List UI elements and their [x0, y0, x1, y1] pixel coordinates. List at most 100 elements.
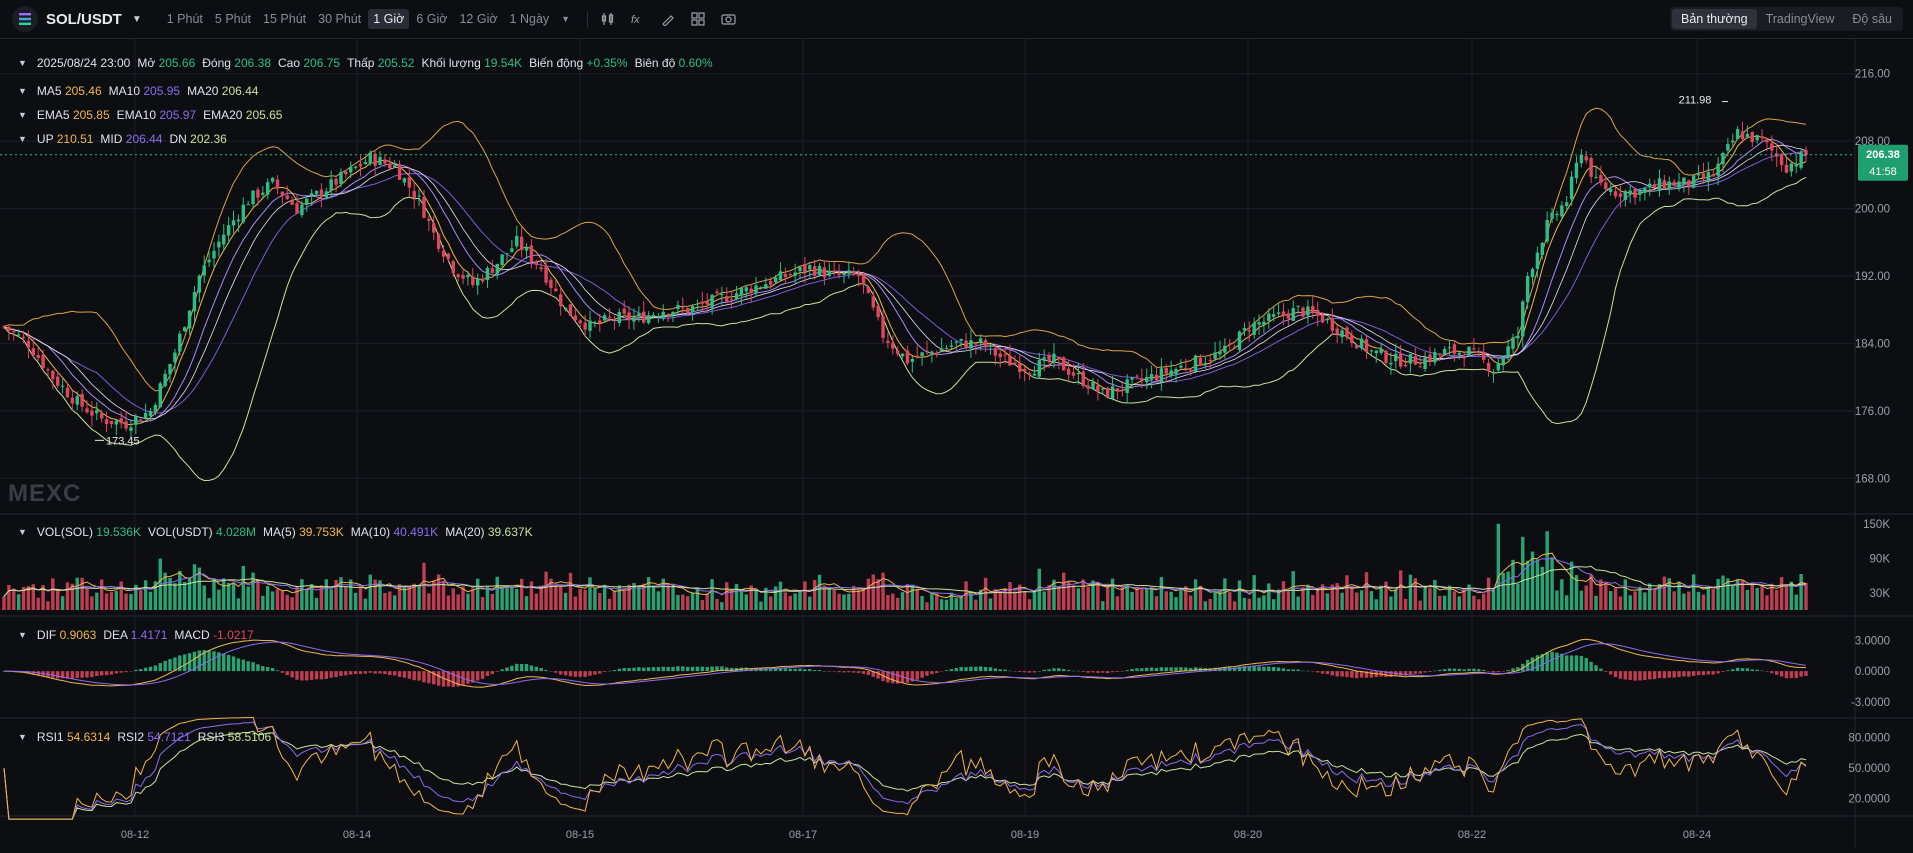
- volume-bar: [666, 584, 670, 610]
- macd-histogram-bar: [588, 671, 592, 676]
- macd-histogram-bar: [1731, 669, 1735, 672]
- candle-body: [1657, 178, 1662, 191]
- candle-body: [1545, 219, 1549, 242]
- candle-body: [290, 200, 294, 205]
- vol-ma10-line: [3, 557, 1807, 597]
- date-tick-label: 08-12: [121, 829, 149, 841]
- volume-bar: [1345, 575, 1349, 610]
- candle-body: [1784, 164, 1789, 173]
- interval-5m[interactable]: 5 Phút: [210, 9, 256, 29]
- interval-12h[interactable]: 12 Giờ: [454, 9, 502, 29]
- macd-histogram-bar: [666, 666, 670, 672]
- volume-bar: [808, 596, 812, 610]
- boll-dn-value: 202.36: [190, 132, 227, 146]
- interval-30m[interactable]: 30 Phút: [313, 9, 366, 29]
- interval-more-icon[interactable]: ▼: [556, 9, 575, 29]
- candle-body: [778, 271, 783, 281]
- vol-sol-label: VOL(SOL): [36, 525, 93, 539]
- interval-15m[interactable]: 15 Phút: [258, 9, 311, 29]
- volume-bar: [944, 599, 949, 610]
- interval-1h[interactable]: 1 Giờ: [368, 9, 410, 29]
- candle-body: [1232, 346, 1237, 348]
- collapse-chevron-icon[interactable]: ▼: [18, 86, 27, 96]
- volume-bar: [383, 592, 387, 610]
- macd-histogram-bar: [329, 671, 333, 678]
- macd-histogram-bar: [852, 671, 856, 673]
- candle-body: [1115, 388, 1120, 392]
- macd-histogram-bar: [812, 670, 817, 672]
- interval-1m[interactable]: 1 Phút: [162, 9, 208, 29]
- candle-body: [554, 288, 558, 292]
- indicator-icon[interactable]: fx: [630, 11, 646, 27]
- macd-histogram-bar: [334, 671, 338, 678]
- candle-body: [363, 162, 368, 164]
- chart-area[interactable]: 216.00 208.00 200.00 192.00 184.00 176.00 168.…: [0, 38, 1913, 848]
- collapse-chevron-icon[interactable]: ▼: [18, 134, 27, 144]
- candle-body: [1643, 188, 1647, 193]
- volume-bar: [1013, 591, 1017, 610]
- candle-body: [1042, 357, 1046, 362]
- candle-body: [163, 373, 167, 387]
- symbol-title[interactable]: SOL/USDT: [46, 11, 122, 28]
- macd-histogram-bar: [392, 671, 397, 676]
- volume-bar: [148, 591, 153, 610]
- macd-histogram-bar: [139, 669, 143, 672]
- candle-body: [65, 387, 70, 398]
- macd-histogram-bar: [168, 659, 172, 672]
- volume-bar: [363, 598, 368, 610]
- candle-body: [41, 354, 45, 369]
- macd-histogram-bar: [80, 671, 84, 678]
- camera-icon[interactable]: [720, 11, 736, 27]
- macd-histogram-bar: [861, 671, 866, 674]
- volume-bar: [261, 595, 265, 610]
- candle-type-icon[interactable]: [600, 11, 616, 27]
- macd-histogram-bar: [1076, 670, 1081, 672]
- interval-1d[interactable]: 1 Ngày: [505, 9, 555, 29]
- candle-body: [798, 266, 802, 272]
- candle-body: [959, 338, 963, 341]
- collapse-chevron-icon[interactable]: ▼: [18, 110, 27, 120]
- ma10-line: [3, 138, 1807, 423]
- dea-label: DEA: [103, 628, 128, 642]
- volume-bar: [1037, 568, 1041, 610]
- candle-body: [842, 273, 846, 275]
- macd-histogram-bar: [1565, 655, 1569, 672]
- collapse-chevron-icon[interactable]: ▼: [18, 732, 27, 742]
- macd-histogram-bar: [944, 670, 949, 672]
- macd-histogram-bar: [803, 669, 807, 672]
- symbol-dropdown-icon[interactable]: ▼: [132, 14, 142, 25]
- collapse-chevron-icon[interactable]: ▼: [18, 630, 27, 640]
- volume-bar: [1535, 559, 1540, 610]
- macd-histogram-bar: [1130, 669, 1134, 672]
- volume-bar: [1784, 584, 1789, 610]
- volume-bar: [529, 581, 534, 610]
- mode-standard[interactable]: Bản thường: [1671, 9, 1757, 29]
- candle-body: [895, 350, 900, 354]
- candle-body: [539, 267, 543, 270]
- candle-body: [187, 310, 192, 329]
- volume-bar: [485, 586, 490, 610]
- collapse-chevron-icon[interactable]: ▼: [18, 527, 27, 537]
- macd-histogram-bar: [700, 666, 705, 672]
- collapse-chevron-icon[interactable]: ▼: [18, 58, 27, 68]
- volume-bar: [1135, 588, 1139, 610]
- layout-icon[interactable]: [690, 11, 706, 27]
- candle-body: [1623, 191, 1628, 200]
- candle-body: [886, 340, 890, 344]
- candle-body: [153, 404, 158, 412]
- price-chart-svg[interactable]: 216.00208.00200.00192.00184.00176.00168.…: [0, 38, 1913, 848]
- mode-depth[interactable]: Độ sâu: [1843, 9, 1901, 29]
- macd-histogram-bar: [1311, 671, 1315, 672]
- date-tick-label: 08-17: [789, 829, 817, 841]
- candle-body: [212, 250, 216, 259]
- interval-6h[interactable]: 6 Giờ: [411, 9, 452, 29]
- draw-icon[interactable]: [660, 11, 676, 27]
- mode-tradingview[interactable]: TradingView: [1757, 9, 1844, 29]
- candle-body: [1252, 322, 1256, 335]
- volume-bar: [173, 583, 177, 610]
- candle-body: [734, 293, 739, 300]
- volume-bar: [1296, 596, 1300, 610]
- volume-bar: [837, 593, 841, 610]
- volume-bar: [368, 574, 372, 610]
- macd-histogram-bar: [397, 671, 402, 677]
